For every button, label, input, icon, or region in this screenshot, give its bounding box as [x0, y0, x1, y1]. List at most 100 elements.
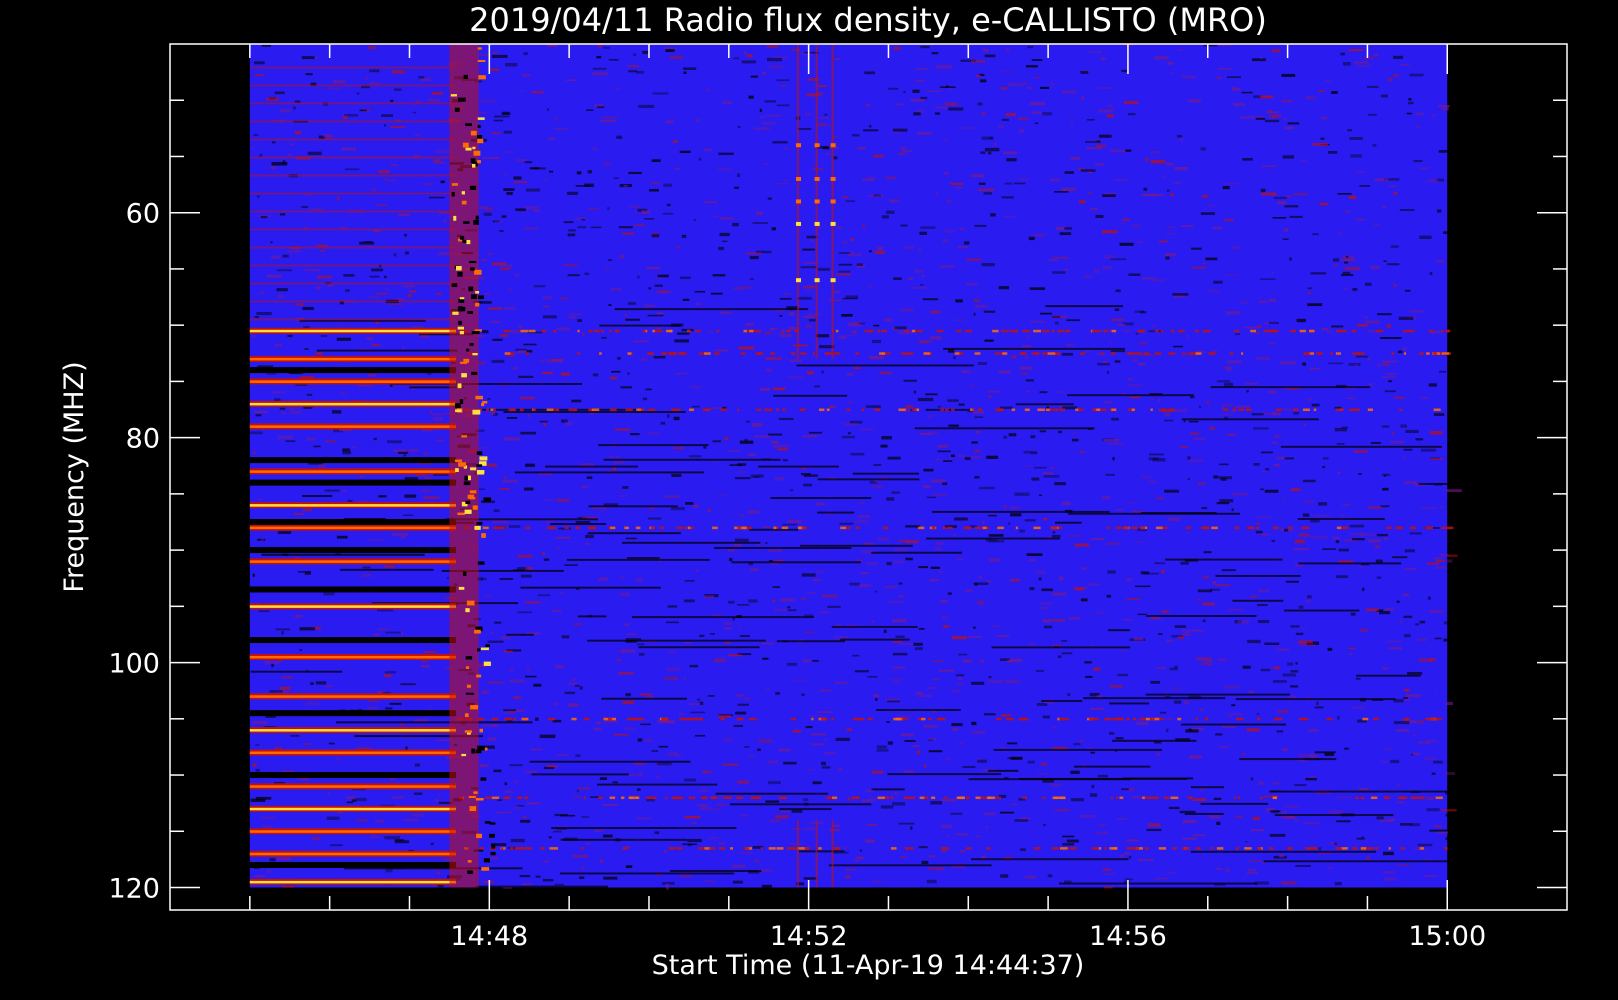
noise-cell: [481, 330, 489, 334]
weak-rfi-dot: [867, 717, 873, 721]
noise-cell: [287, 250, 302, 253]
noise-cell: [1399, 209, 1415, 212]
noise-cell: [743, 746, 750, 748]
noise-cell: [937, 450, 951, 453]
weak-rfi-dot: [1022, 796, 1027, 800]
noise-cell: [1434, 692, 1438, 695]
spectrogram-chart: 14:48 14:52 14:56 15:006080100120 2019/04/1…: [0, 0, 1618, 1000]
burst-cell: [457, 306, 466, 312]
noise-cell: [703, 446, 707, 449]
noise-cell: [859, 849, 862, 852]
noise-cell: [673, 416, 680, 421]
noise-cell: [608, 58, 619, 61]
noise-cell: [988, 680, 1003, 684]
weak-rfi-dot: [554, 847, 559, 850]
weak-rfi-dot: [866, 329, 874, 333]
noise-cell: [600, 119, 616, 122]
noise-cell: [1384, 607, 1394, 611]
noise-cell: [1120, 650, 1125, 652]
weak-rfi-dot: [1208, 352, 1213, 355]
dark-streak: [817, 478, 920, 481]
noise-cell: [892, 652, 908, 656]
noise-cell: [1008, 433, 1017, 437]
noise-cell: [1231, 704, 1236, 707]
noise-cell: [816, 123, 827, 127]
noise-cell: [824, 752, 836, 755]
noise-cell: [1334, 406, 1342, 409]
rfi-faint-line: [249, 300, 457, 303]
noise-cell: [1376, 816, 1384, 820]
noise-cell: [1181, 225, 1194, 228]
weak-rfi-dot: [1272, 796, 1277, 800]
noise-cell: [519, 874, 531, 878]
noise-cell: [282, 885, 295, 888]
burst-cell: [480, 777, 487, 781]
burst-cell: [483, 858, 491, 863]
weak-rfi-dot: [493, 526, 501, 530]
burst-cell: [485, 644, 491, 647]
weak-rfi-dot: [687, 329, 691, 333]
noise-cell: [1084, 141, 1101, 143]
noise-cell: [871, 485, 883, 488]
weak-rfi-dot: [1101, 352, 1104, 355]
noise-cell: [535, 875, 541, 878]
noise-cell: [294, 303, 305, 306]
noise-cell: [722, 763, 739, 766]
noise-cell: [1084, 587, 1088, 589]
noise-cell: [541, 371, 553, 375]
noise-cell: [325, 440, 336, 443]
burst-cell: [471, 294, 477, 300]
noise-cell: [499, 488, 510, 490]
weak-rfi-dot: [1033, 526, 1041, 530]
weak-rfi-dot: [479, 847, 484, 850]
noise-cell: [565, 79, 578, 82]
noise-cell: [1316, 701, 1319, 705]
dark-streak: [1055, 521, 1082, 524]
noise-cell: [1334, 842, 1338, 845]
noise-cell: [811, 239, 814, 242]
blip-dot: [830, 199, 836, 204]
weak-rfi-dot: [599, 352, 602, 355]
noise-cell: [1039, 86, 1050, 89]
noise-cell: [981, 855, 987, 859]
weak-rfi-dot: [1429, 329, 1434, 333]
weak-rfi-dot: [730, 847, 734, 850]
dark-streak: [714, 546, 852, 549]
burst-cell: [471, 331, 480, 335]
noise-cell: [584, 272, 590, 276]
weak-rfi-dot: [1419, 847, 1424, 850]
noise-cell: [876, 745, 887, 749]
noise-cell: [902, 149, 914, 153]
weak-rfi-dot: [898, 408, 906, 412]
noise-cell: [1443, 231, 1454, 235]
rfi-faint-line: [249, 174, 457, 177]
dark-streak: [261, 553, 425, 556]
weak-rfi-dot: [1156, 526, 1163, 530]
weak-rfi-dot: [1316, 352, 1322, 355]
noise-cell: [1294, 784, 1307, 787]
noise-cell: [1149, 480, 1157, 484]
weak-rfi-dot: [756, 408, 762, 412]
noise-cell: [1260, 533, 1269, 536]
dark-streak: [587, 639, 766, 642]
noise-cell: [707, 695, 715, 697]
noise-cell: [917, 248, 923, 252]
weak-rfi-dot: [1403, 796, 1408, 800]
noise-cell: [756, 211, 763, 216]
weak-rfi-dot: [695, 329, 701, 333]
weak-rfi-dot: [873, 408, 881, 412]
noise-cell: [1352, 287, 1358, 291]
weak-rfi-dot: [1432, 352, 1437, 355]
noise-cell: [1209, 815, 1221, 819]
weak-rfi-dot: [881, 329, 887, 333]
weak-rfi-dot: [1031, 352, 1039, 355]
noise-cell: [518, 375, 534, 378]
blip-dot: [795, 176, 801, 181]
rfi-dark-band: [249, 862, 457, 869]
noise-cell: [1097, 362, 1110, 366]
noise-cell: [434, 149, 451, 154]
noise-cell: [651, 750, 659, 752]
noise-cell: [729, 464, 743, 467]
noise-cell: [1026, 553, 1043, 556]
noise-cell: [1282, 155, 1294, 159]
